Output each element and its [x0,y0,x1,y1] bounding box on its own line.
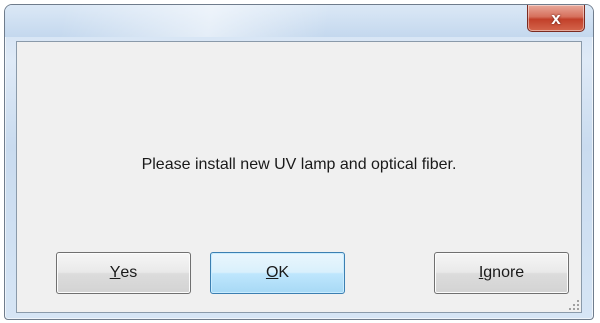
ok-button[interactable]: OK [210,252,345,294]
close-button[interactable]: x [527,5,585,32]
ok-button-mnemonic: O [265,264,279,281]
dialog-window: x Please install new UV lamp and optical… [4,4,594,320]
yes-button-label: es [120,264,138,281]
resize-grip-icon[interactable] [567,298,579,310]
title-bar[interactable]: x [5,5,593,37]
yes-button[interactable]: Yes [56,252,191,294]
message-text: Please install new UV lamp and optical f… [141,156,457,173]
ok-button-label: K [278,264,290,281]
ignore-button-label: gnore [483,264,525,281]
close-icon: x [551,8,561,28]
yes-button-mnemonic: Y [109,264,121,281]
dialog-content: Please install new UV lamp and optical f… [16,41,582,313]
ignore-button[interactable]: Ignore [434,252,569,294]
